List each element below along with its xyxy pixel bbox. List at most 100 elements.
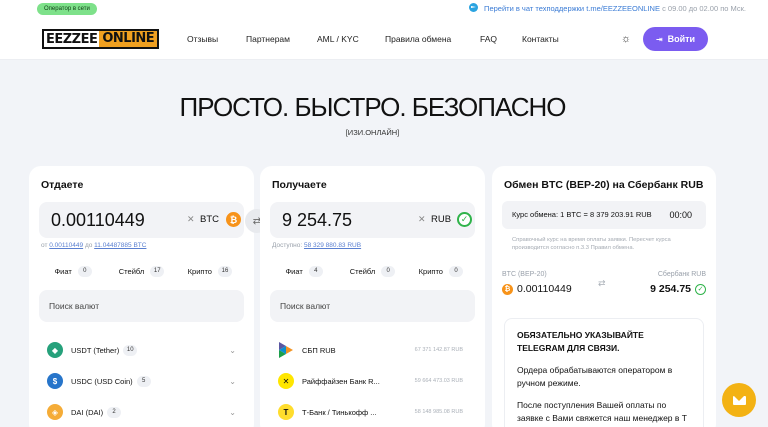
give-range: от 0.00110449 до 11.04487885 BTC [41, 242, 146, 249]
usdc-icon: $ [47, 373, 63, 389]
sberbank-check-icon: ✓ [695, 283, 706, 295]
currency-name: USDT (Tether) [71, 345, 120, 355]
bank-reserve: 58 148 985.08 RUB [414, 409, 463, 415]
network-count: 10 [123, 344, 138, 356]
logo[interactable]: EEZZEE ONLINE [42, 29, 160, 49]
nav-contacts[interactable]: Контакты [522, 34, 559, 44]
support-link-text[interactable]: Перейти в чат техподдержки t.me/EEZZEEON… [484, 4, 660, 13]
theme-toggle-sun-icon[interactable]: ☼ [620, 33, 632, 45]
logo-text-right: ONLINE [99, 31, 158, 47]
tab-count: 17 [150, 265, 165, 277]
tab-count: 4 [308, 265, 323, 277]
from-value: 0.00110449 [517, 283, 572, 295]
to-value: 9 254.75 [650, 283, 691, 295]
give-amount-value[interactable]: 0.00110449 [51, 210, 145, 231]
nav-reviews[interactable]: Отзывы [187, 34, 218, 44]
login-icon: ⇥ [655, 34, 663, 44]
to-value-row: 9 254.75 ✓ [650, 283, 706, 295]
bitcoin-icon: ₿ [502, 283, 513, 295]
give-tab-stable[interactable]: Стейбл 17 [107, 260, 175, 282]
get-title: Получаете [272, 179, 327, 191]
get-currency-code: RUB [431, 214, 452, 225]
tab-label: Крипто [418, 266, 443, 276]
get-search-input[interactable]: Поиск валют [270, 290, 475, 322]
give-amount-field[interactable]: 0.00110449 ✕ BTC ₿ [39, 202, 244, 238]
range-min-link[interactable]: 0.00110449 [49, 242, 83, 249]
tab-label: Стейбл [118, 266, 145, 276]
sberbank-check-icon: ✓ [457, 212, 472, 227]
hero-title: ПРОСТО. БЫСТРО. БЕЗОПАСНО [179, 92, 567, 122]
give-tab-crypto[interactable]: Крипто 16 [176, 260, 244, 282]
tab-count: 0 [381, 265, 396, 277]
give-search-input[interactable]: Поиск валют [39, 290, 244, 322]
nav-aml-kyc[interactable]: AML / KYC [317, 34, 359, 44]
bank-name: Т-Банк / Тинькофф ... [302, 407, 377, 417]
notice-paragraph-1: Ордера обрабатываются оператором в ручно… [517, 365, 673, 388]
bank-name: Райффайзен Банк R... [302, 376, 380, 386]
give-currency-code: BTC [200, 214, 219, 225]
hero-subtitle: [ИЗИ.ОНЛАЙН] [345, 128, 400, 137]
tab-count: 0 [77, 265, 92, 277]
nav-faq[interactable]: FAQ [480, 34, 497, 44]
network-count: 5 [136, 375, 151, 387]
exchange-summary-card: Обмен BTC (BEP-20) на Сбербанк RUB Курс … [492, 166, 716, 427]
bitcoin-icon: ₿ [226, 212, 241, 227]
chevron-down-icon[interactable]: ⌄ [229, 346, 236, 355]
bank-reserve: 67 371 142.87 RUB [414, 347, 463, 353]
clear-icon[interactable]: ✕ [418, 214, 426, 225]
tab-count: 16 [217, 265, 232, 277]
get-tab-stable[interactable]: Стейбл 0 [338, 260, 406, 282]
clear-icon[interactable]: ✕ [187, 214, 195, 225]
notice-title: ОБЯЗАТЕЛЬНО УКАЗЫВАЙТЕ TELEGRAM ДЛЯ СВЯЗ… [517, 330, 644, 353]
notice-paragraph-2: После поступления Вашей оплаты по заявке… [517, 400, 687, 423]
from-label: BTC (BEP-20) [502, 271, 547, 278]
top-bar: Оператор в сети Перейти в чат техподдерж… [0, 0, 768, 18]
from-value-row: ₿ 0.00110449 [502, 283, 572, 295]
range-max-link[interactable]: 11.04487885 BTC [94, 242, 146, 249]
list-item[interactable]: ✕ Райффайзен Банк R... 59 664 473.03 RUB [270, 371, 475, 391]
get-card: Получаете 9 254.75 ✕ RUB ✓ Доступно: 58 … [260, 166, 485, 427]
tab-label: Фиат [54, 266, 72, 276]
available-label: Доступно: [272, 242, 303, 249]
get-available: Доступно: 58 329 880.83 RUB [272, 242, 361, 249]
chevron-down-icon[interactable]: ⌄ [229, 408, 236, 417]
list-item[interactable]: T Т-Банк / Тинькофф ... 58 148 985.08 RU… [270, 402, 475, 422]
tab-label: Фиат [285, 266, 303, 276]
get-tab-crypto[interactable]: Крипто 0 [407, 260, 475, 282]
get-amount-field[interactable]: 9 254.75 ✕ RUB ✓ [270, 202, 475, 238]
chevron-down-icon[interactable]: ⌄ [229, 377, 236, 386]
list-item[interactable]: ◆ USDT (Tether) 10 ⌄ [39, 340, 244, 360]
list-item[interactable]: СБП RUB 67 371 142.87 RUB [270, 340, 475, 360]
contact-fab-button[interactable] [722, 383, 756, 417]
exchange-rate: Курс обмена: 1 BTC = 8 379 203.91 RUB [512, 210, 652, 219]
give-tabs: Фиат 0 Стейбл 17 Крипто 16 [39, 260, 244, 282]
login-button-label: Войти [667, 34, 696, 44]
get-amount-value[interactable]: 9 254.75 [282, 210, 352, 231]
login-button[interactable]: ⇥ Войти [643, 27, 708, 51]
dai-icon: ◈ [47, 404, 63, 420]
range-mid: до [84, 242, 93, 249]
tab-label: Стейбл [349, 266, 376, 276]
working-hours: с 09.00 до 02.00 по Мск. [662, 4, 746, 13]
network-count: 2 [107, 406, 122, 418]
get-tab-fiat[interactable]: Фиат 4 [270, 260, 338, 282]
give-tab-fiat[interactable]: Фиат 0 [39, 260, 107, 282]
tab-count: 0 [448, 265, 463, 277]
currency-name: USDC (USD Coin) [71, 376, 133, 386]
raiffeisen-icon: ✕ [278, 373, 294, 389]
available-amount-link[interactable]: 58 329 880.83 RUB [304, 242, 361, 249]
sbp-icon [278, 342, 294, 358]
list-item[interactable]: $ USDC (USD Coin) 5 ⌄ [39, 371, 244, 391]
navbar: EEZZEE ONLINE Отзывы Партнерам AML / KYC… [0, 18, 768, 60]
nav-partners[interactable]: Партнерам [246, 34, 290, 44]
support-link[interactable]: Перейти в чат техподдержки t.me/EEZZEEON… [469, 3, 746, 14]
operator-status-badge: Оператор в сети [37, 3, 97, 15]
tab-label: Крипто [187, 266, 212, 276]
logo-text-left: EEZZEE [46, 31, 98, 47]
to-label: Сбербанк RUB [657, 271, 706, 278]
nav-exchange-rules[interactable]: Правила обмена [385, 34, 451, 44]
list-item[interactable]: ◈ DAI (DAI) 2 ⌄ [39, 402, 244, 422]
telegram-notice: ОБЯЗАТЕЛЬНО УКАЗЫВАЙТЕ TELEGRAM ДЛЯ СВЯЗ… [504, 318, 704, 427]
exchange-title: Обмен BTC (BEP-20) на Сбербанк RUB [504, 179, 704, 191]
telegram-icon [469, 3, 479, 12]
